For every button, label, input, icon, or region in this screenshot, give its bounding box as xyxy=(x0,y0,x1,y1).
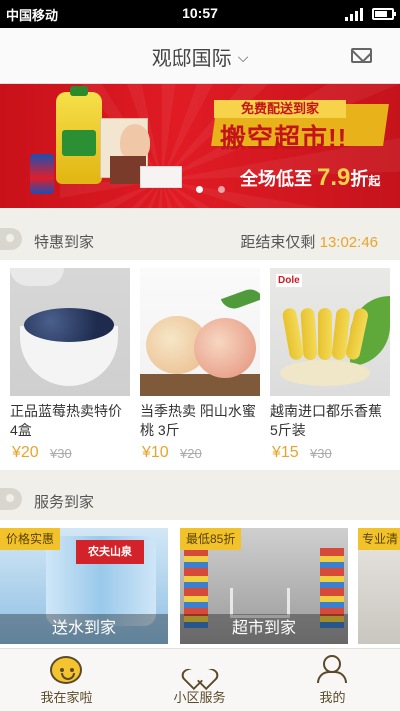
tab-community-services[interactable]: 小区服务 xyxy=(133,649,266,711)
cooking-oil-image xyxy=(56,86,102,184)
heart-icon xyxy=(188,658,210,680)
page-dot-active xyxy=(196,186,203,193)
deal-price: ¥20 xyxy=(12,444,39,461)
deal-card[interactable]: Dole 越南进口都乐香蕉 5斤装 ¥15 ¥30 xyxy=(270,268,390,468)
smile-icon xyxy=(50,656,82,684)
deal-original-price: ¥20 xyxy=(180,446,202,461)
service-card-supermarket[interactable]: 最低85折 超市到家 xyxy=(180,528,348,644)
banner-title: 搬空超市!! xyxy=(220,123,348,153)
user-icon-body xyxy=(317,671,347,683)
clock: 10:57 xyxy=(182,5,218,21)
services-section-title: 服务到家 xyxy=(34,494,95,511)
community-selector[interactable]: 观邸国际 ⌵ xyxy=(0,42,400,71)
deal-price: ¥15 xyxy=(272,444,299,461)
service-badge: 专业清 xyxy=(358,528,400,550)
countdown-label: 距结束仅剩 xyxy=(240,234,316,251)
app-header: 观邸国际 ⌵ xyxy=(0,28,400,84)
community-name: 观邸国际 xyxy=(151,48,232,70)
deal-price: ¥10 xyxy=(142,444,169,461)
page-dot xyxy=(218,186,225,193)
water-brand-label: 农夫山泉 xyxy=(76,540,144,564)
banner-sub-prefix: 全场低至 xyxy=(240,169,312,189)
promo-banner[interactable]: 免费配送到家 搬空超市!! 全场低至 7.9折起 xyxy=(0,84,400,208)
countdown-timer: 13:02:46 xyxy=(319,234,378,251)
signal-icon xyxy=(345,8,365,21)
blueberry-image xyxy=(10,268,130,396)
deals-section-title: 特惠到家 xyxy=(34,234,95,251)
banner-from: 起 xyxy=(368,174,381,188)
section-tag-icon xyxy=(0,488,22,510)
banner-discount-unit: 折 xyxy=(350,169,369,189)
service-caption: 送水到家 xyxy=(0,614,168,644)
deal-card[interactable]: 正品蓝莓热卖特价 4盒 ¥20 ¥30 xyxy=(10,268,130,468)
peach-image xyxy=(140,268,260,396)
deal-name: 越南进口都乐香蕉 5斤装 xyxy=(270,403,382,438)
banner-pagination xyxy=(196,186,236,194)
countdown: 距结束仅剩 13:02:46 xyxy=(240,231,378,252)
chevron-down-icon: ⌵ xyxy=(237,49,249,65)
deal-name: 当季热卖 阳山水蜜桃 3斤 xyxy=(140,403,256,438)
deals-list: 正品蓝莓热卖特价 4盒 ¥20 ¥30 当季热卖 阳山水蜜桃 3斤 ¥10 ¥2… xyxy=(0,260,400,470)
banner-discount-number: 7.9 xyxy=(317,164,351,191)
tab-home[interactable]: 我在家啦 xyxy=(0,649,133,711)
deal-name: 正品蓝莓热卖特价 4盒 xyxy=(10,403,122,438)
banana-image: Dole xyxy=(270,268,390,396)
services-section-header: 服务到家 xyxy=(0,480,400,520)
tab-label: 我的 xyxy=(319,690,346,705)
service-card-water[interactable]: 农夫山泉 价格实惠 送水到家 xyxy=(0,528,168,644)
cola-can-image xyxy=(30,154,54,194)
deals-section-header: 特惠到家 距结束仅剩 13:02:46 xyxy=(0,220,400,260)
banner-subtitle: 全场低至 7.9折起 xyxy=(240,164,380,192)
free-delivery-tag: 免费配送到家 xyxy=(214,100,346,118)
bottom-tab-bar: 我在家啦 小区服务 我的 xyxy=(0,648,400,711)
tab-label: 我在家啦 xyxy=(40,690,93,705)
service-badge: 最低85折 xyxy=(180,528,242,550)
service-badge: 价格实惠 xyxy=(0,528,61,550)
deal-original-price: ¥30 xyxy=(310,446,332,461)
deal-card[interactable]: 当季热卖 阳山水蜜桃 3斤 ¥10 ¥20 xyxy=(140,268,260,468)
service-caption: 超市到家 xyxy=(180,614,348,644)
dole-logo: Dole xyxy=(276,274,302,287)
mail-icon[interactable] xyxy=(351,48,372,63)
battery-icon xyxy=(372,8,396,20)
tab-me[interactable]: 我的 xyxy=(266,649,399,711)
services-list: 农夫山泉 价格实惠 送水到家 最低85折 超市到家 专业清 xyxy=(0,520,400,648)
service-card-cleaning[interactable]: 专业清 xyxy=(358,528,400,644)
deal-original-price: ¥30 xyxy=(50,446,72,461)
tab-label: 小区服务 xyxy=(173,690,226,705)
tissue-box-image xyxy=(140,166,182,188)
section-tag-icon xyxy=(0,228,22,250)
model-image xyxy=(120,124,150,160)
status-bar: 中国移动 10:57 xyxy=(0,0,400,28)
